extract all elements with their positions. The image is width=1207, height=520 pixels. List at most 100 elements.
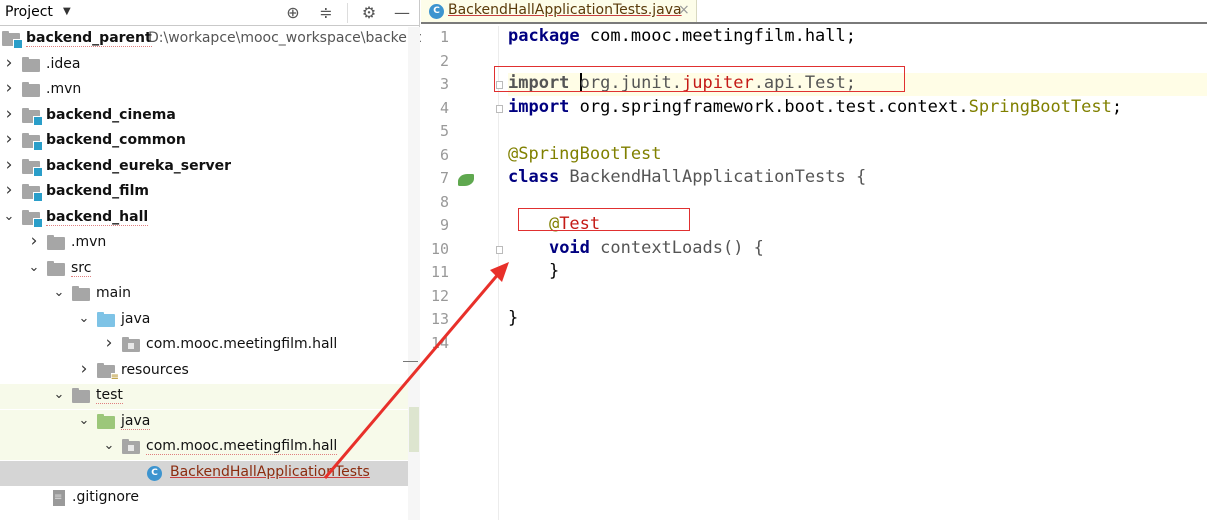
- tree-item-label: .gitignore: [72, 489, 139, 505]
- chevron-down-icon[interactable]: ⌄: [78, 311, 90, 326]
- locate-icon[interactable]: ⊕: [283, 3, 303, 23]
- tree-item-label: src: [71, 259, 92, 277]
- project-view-selector[interactable]: Project: [5, 4, 53, 20]
- code-line[interactable]: package com.mooc.meetingfilm.hall;: [508, 26, 856, 49]
- code-line[interactable]: }: [508, 261, 559, 284]
- line-number: 1: [439, 28, 449, 46]
- line-number: 11: [430, 263, 449, 281]
- tree-item-path: D:\workapce\mooc_workspace\backend_: [148, 30, 432, 46]
- tree-item[interactable]: › .mvn: [0, 78, 408, 103]
- fold-marker-icon[interactable]: [496, 245, 503, 254]
- line-number: 12: [430, 286, 449, 305]
- tree-item[interactable]: › com.mooc.meetingfilm.hall: [0, 333, 408, 358]
- chevron-down-icon[interactable]: ⌄: [28, 260, 40, 275]
- code-token: @: [508, 214, 560, 234]
- folder-icon: [72, 388, 90, 403]
- tree-item[interactable]: ⌄ main: [0, 282, 408, 307]
- tree-item[interactable]: › backend_common: [0, 129, 408, 154]
- tree-item[interactable]: ⌄ java: [0, 308, 408, 333]
- tree-item-label: backend_cinema: [46, 106, 176, 123]
- module-folder-icon: [22, 133, 43, 151]
- module-folder-icon: [22, 107, 43, 126]
- code-token: .api.Test;: [753, 73, 857, 93]
- chevron-down-icon[interactable]: ⌄: [3, 209, 15, 224]
- chevron-right-icon[interactable]: ›: [3, 180, 15, 200]
- code-line[interactable]: }: [508, 308, 518, 331]
- close-icon[interactable]: ×: [678, 2, 690, 18]
- code-line[interactable]: class BackendHallApplicationTests {: [508, 167, 866, 190]
- tree-item[interactable]: › .mvn: [0, 231, 408, 256]
- tree-item[interactable]: ⌄ com.mooc.meetingfilm.hall: [0, 435, 408, 460]
- fold-marker-icon[interactable]: [496, 104, 503, 113]
- code-token: Test: [559, 214, 601, 234]
- tree-item-label: .mvn: [71, 234, 107, 250]
- tree-item-label: test: [96, 387, 123, 404]
- chevron-right-icon[interactable]: ›: [3, 78, 15, 98]
- tree-item[interactable]: ⌄ test: [0, 384, 408, 409]
- tree-item-label: java: [121, 310, 151, 327]
- code-token: }: [508, 261, 560, 281]
- tree-item[interactable]: › backend_eureka_server: [0, 155, 408, 180]
- tree-item[interactable]: ⌄ backend_hall: [0, 206, 408, 231]
- tree-item[interactable]: › resources: [0, 359, 408, 384]
- minimize-icon[interactable]: —: [392, 3, 412, 23]
- tab-backend-hall-application-tests[interactable]: C BackendHallApplicationTests.java ×: [421, 0, 697, 22]
- chevron-down-icon[interactable]: ⌄: [53, 285, 65, 300]
- gear-icon[interactable]: ⚙: [359, 3, 379, 23]
- folder-icon: [47, 260, 65, 276]
- tree-item[interactable]: ⌄ src: [0, 257, 408, 282]
- chevron-down-icon[interactable]: ⌄: [53, 387, 65, 402]
- chevron-down-icon[interactable]: ▼: [63, 6, 71, 17]
- line-number: 13: [430, 310, 449, 328]
- text-file-icon: [53, 490, 65, 506]
- tree-item[interactable]: › backend_cinema: [0, 104, 408, 129]
- tree-item-label: java: [121, 412, 151, 430]
- tree-item[interactable]: › .idea: [0, 53, 408, 78]
- chevron-down-icon[interactable]: ⌄: [78, 413, 90, 428]
- scrollbar-thumb[interactable]: [409, 407, 419, 452]
- line-number: 10: [430, 239, 449, 258]
- code-token: }: [508, 308, 519, 328]
- code-token: import: [508, 96, 570, 117]
- spring-bean-icon[interactable]: [458, 174, 474, 186]
- code-token: ;: [1111, 96, 1123, 117]
- chevron-right-icon[interactable]: ›: [3, 104, 15, 124]
- code-line[interactable]: import org.junit.jupiter.api.Test;: [508, 73, 1207, 96]
- chevron-right-icon[interactable]: ›: [28, 231, 40, 251]
- code-line[interactable]: void contextLoads() {: [508, 238, 764, 261]
- tree-item-label: backend_hall: [46, 208, 149, 226]
- tree-item-label: main: [96, 285, 131, 301]
- chevron-right-icon[interactable]: ›: [3, 129, 15, 149]
- fold-marker-icon[interactable]: [496, 81, 503, 89]
- chevron-down-icon[interactable]: ⌄: [103, 438, 115, 453]
- tab-label: BackendHallApplicationTests.java: [448, 2, 682, 18]
- tree-item[interactable]: .gitignore: [0, 486, 408, 511]
- chevron-right-icon[interactable]: ›: [3, 155, 15, 175]
- tree-item[interactable]: ⌄ java: [0, 409, 408, 435]
- collapse-all-icon[interactable]: ≑: [316, 3, 336, 23]
- chevron-right-icon[interactable]: ›: [3, 53, 15, 73]
- code-line[interactable]: @Test: [508, 214, 600, 237]
- code-token: com.mooc.meetingfilm.hall;: [579, 26, 856, 46]
- project-panel: Project ▼ ⊕ ≑ ⚙ — backend_parent D:\worka…: [0, 0, 432, 520]
- code-token: import: [508, 73, 570, 93]
- module-folder-icon: [22, 209, 43, 228]
- chevron-right-icon[interactable]: ›: [78, 359, 90, 379]
- code-line[interactable]: import org.springframework.boot.test.con…: [508, 97, 1122, 120]
- tree-item[interactable]: › backend_film: [0, 180, 408, 205]
- editor-tab-bar: C BackendHallApplicationTests.java ×: [421, 0, 1207, 24]
- tree-item-label: .idea: [46, 55, 81, 72]
- code-token: class: [508, 167, 560, 187]
- code-line[interactable]: @SpringBootTest: [508, 144, 662, 167]
- test-folder-icon: [97, 413, 115, 429]
- package-icon: [122, 337, 140, 352]
- tree-item[interactable]: C BackendHallApplicationTests: [0, 460, 420, 486]
- resources-folder-icon: [97, 362, 120, 383]
- tree-item-label: backend_common: [46, 132, 186, 148]
- chevron-right-icon[interactable]: ›: [103, 333, 115, 353]
- scroll-marker: [403, 361, 418, 362]
- tree-item[interactable]: backend_parent D:\workapce\mooc_workspace…: [0, 27, 432, 52]
- tree-item-label: BackendHallApplicationTests: [170, 463, 370, 480]
